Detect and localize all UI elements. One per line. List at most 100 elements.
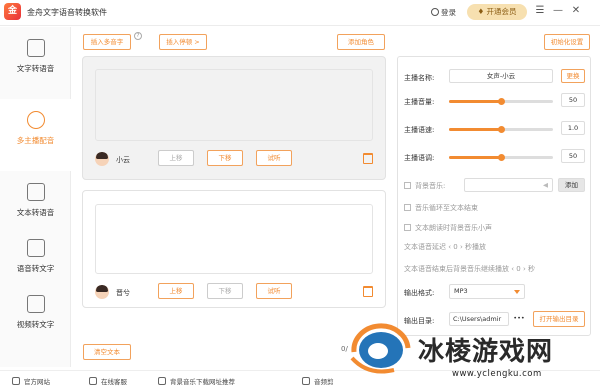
voice-card: 晋兮 上移 下移 试听: [82, 190, 386, 308]
speed-input[interactable]: 1.0: [561, 121, 585, 135]
diamond-icon: ♦: [477, 7, 487, 16]
chat-icon: [89, 377, 97, 385]
help-icon[interactable]: ?: [134, 32, 142, 40]
voice-name: 晋兮: [116, 289, 130, 297]
after-stepper[interactable]: 0: [516, 265, 520, 273]
voice-name: 小云: [116, 156, 130, 164]
volume-input[interactable]: 50: [561, 93, 585, 107]
vip-button[interactable]: ♦ 开通会员: [467, 4, 527, 20]
listen-button[interactable]: 试听: [256, 283, 292, 299]
vip-label: 开通会员: [486, 7, 517, 16]
delay-unit: 秒播放: [464, 243, 486, 251]
document-icon: [26, 183, 45, 201]
minimize-icon[interactable]: —: [552, 5, 564, 16]
close-icon[interactable]: ✕: [570, 5, 582, 16]
volume-label: 主播音量:: [404, 98, 435, 106]
scissors-icon: [302, 377, 310, 385]
audio-text-icon: [26, 239, 45, 257]
footer-label: 官方网站: [24, 378, 50, 386]
chevron-down-icon: [514, 290, 520, 294]
move-up-button[interactable]: 上移: [158, 150, 194, 166]
listen-button[interactable]: 试听: [256, 150, 292, 166]
add-role-button[interactable]: 添加角色: [337, 34, 385, 50]
music-icon: [158, 377, 166, 385]
after-unit: 秒: [527, 265, 535, 273]
volume-slider[interactable]: [449, 98, 553, 105]
sidebar-item-label: 文本转语音: [16, 208, 55, 217]
speed-label: 主播语速:: [404, 126, 435, 134]
lower-volume-label: 文本朗读时背景音乐小声: [415, 224, 492, 232]
watermark-logo: [350, 323, 411, 374]
lower-volume-checkbox[interactable]: [404, 224, 411, 231]
output-dir-field[interactable]: C:\Users\admir: [449, 312, 509, 326]
watermark-url: www.yclengku.com: [452, 369, 542, 379]
slider-fill: [449, 100, 501, 103]
anchor-name-field[interactable]: 女声-小云: [449, 69, 553, 83]
voice-text-area[interactable]: [95, 69, 373, 141]
settings-panel: 主播名称: 女声-小云 更换 主播音量: 50 主播语速: 1.0 主播语调: …: [397, 56, 591, 336]
title-bar: 金 金舟文字语音转换软件 登录 ♦ 开通会员 ☰ — ✕: [0, 0, 600, 26]
footer-label: 在线客服: [101, 378, 127, 386]
sidebar-item-label: 文字转语音: [16, 64, 55, 73]
slider-handle[interactable]: [498, 154, 505, 161]
pitch-label: 主播语调:: [404, 154, 435, 162]
slider-fill: [449, 156, 501, 159]
change-voice-button[interactable]: 更换: [561, 69, 585, 83]
slider-handle[interactable]: [498, 98, 505, 105]
loop-checkbox[interactable]: [404, 204, 411, 211]
watermark-text: 冰棱游戏网: [418, 337, 554, 367]
init-settings-button[interactable]: 初始化设置: [544, 34, 590, 50]
audio-edit-link[interactable]: 音频剪: [302, 376, 334, 386]
clear-text-button[interactable]: 清空文本: [83, 344, 131, 360]
video-icon: [26, 295, 45, 313]
delay-label: 文本语音延迟: [404, 243, 446, 251]
voice-text-area[interactable]: [95, 204, 373, 274]
voice-card: 小云 上移 下移 试听: [82, 56, 386, 180]
pitch-input[interactable]: 50: [561, 149, 585, 163]
insert-polyphone-button[interactable]: 插入多音字: [83, 34, 131, 50]
trash-icon[interactable]: [363, 153, 373, 164]
format-label: 输出格式:: [404, 289, 435, 297]
insert-pause-button[interactable]: 插入停顿 >: [159, 34, 207, 50]
bgm-download-link[interactable]: 背景音乐下载网址推荐: [158, 376, 235, 386]
lower-volume-option[interactable]: 文本朗读时背景音乐小声: [404, 223, 492, 233]
footer-label: 背景音乐下载网址推荐: [170, 378, 235, 386]
more-icon[interactable]: •••: [510, 312, 528, 326]
sidebar: 文字转语音 多主播配音 文本转语音 语音转文字 视频转文字: [0, 27, 71, 367]
trash-icon[interactable]: [363, 286, 373, 297]
slider-fill: [449, 128, 501, 131]
bgm-label: 背景音乐:: [415, 182, 446, 190]
online-support-link[interactable]: 在线客服: [89, 376, 127, 386]
move-up-button[interactable]: 上移: [158, 283, 194, 299]
sidebar-item-video-to-text[interactable]: 视频转文字: [0, 283, 71, 355]
slider-handle[interactable]: [498, 126, 505, 133]
character-counter: 0/: [341, 345, 348, 353]
app-logo: 金: [4, 3, 21, 20]
bgm-checkbox[interactable]: [404, 182, 411, 189]
loop-option[interactable]: 音乐循环至文本结束: [404, 203, 478, 213]
sidebar-item-label: 多主播配音: [16, 136, 55, 145]
bgm-add-button[interactable]: 添加: [558, 178, 585, 192]
move-down-button[interactable]: 下移: [207, 283, 243, 299]
avatar: [95, 152, 109, 166]
open-output-dir-button[interactable]: 打开输出目录: [533, 311, 585, 327]
move-down-button[interactable]: 下移: [207, 150, 243, 166]
speed-slider[interactable]: [449, 126, 553, 133]
login-button[interactable]: 登录: [431, 7, 456, 18]
official-site-link[interactable]: 官方网站: [12, 376, 50, 386]
bgm-row[interactable]: 背景音乐:: [404, 181, 445, 191]
app-title: 金舟文字语音转换软件: [27, 8, 107, 17]
after-row: 文本语音结束后背景音乐继续播放 ‹ 0 › 秒: [404, 265, 535, 273]
avatar: [95, 285, 109, 299]
bgm-field[interactable]: ◀: [464, 178, 553, 192]
sidebar-item-label: 语音转文字: [16, 264, 55, 273]
delay-row: 文本语音延迟 ‹ 0 › 秒播放: [404, 243, 486, 251]
pitch-slider[interactable]: [449, 154, 553, 161]
sidebar-item-text-to-speech[interactable]: 文字转语音: [0, 27, 71, 99]
menu-icon[interactable]: ☰: [534, 5, 546, 16]
delay-stepper[interactable]: 0: [453, 243, 457, 251]
format-select[interactable]: MP3: [449, 284, 525, 299]
home-icon: [12, 377, 20, 385]
sidebar-item-multi-voice[interactable]: 多主播配音: [0, 99, 71, 171]
loop-label: 音乐循环至文本结束: [415, 204, 478, 212]
